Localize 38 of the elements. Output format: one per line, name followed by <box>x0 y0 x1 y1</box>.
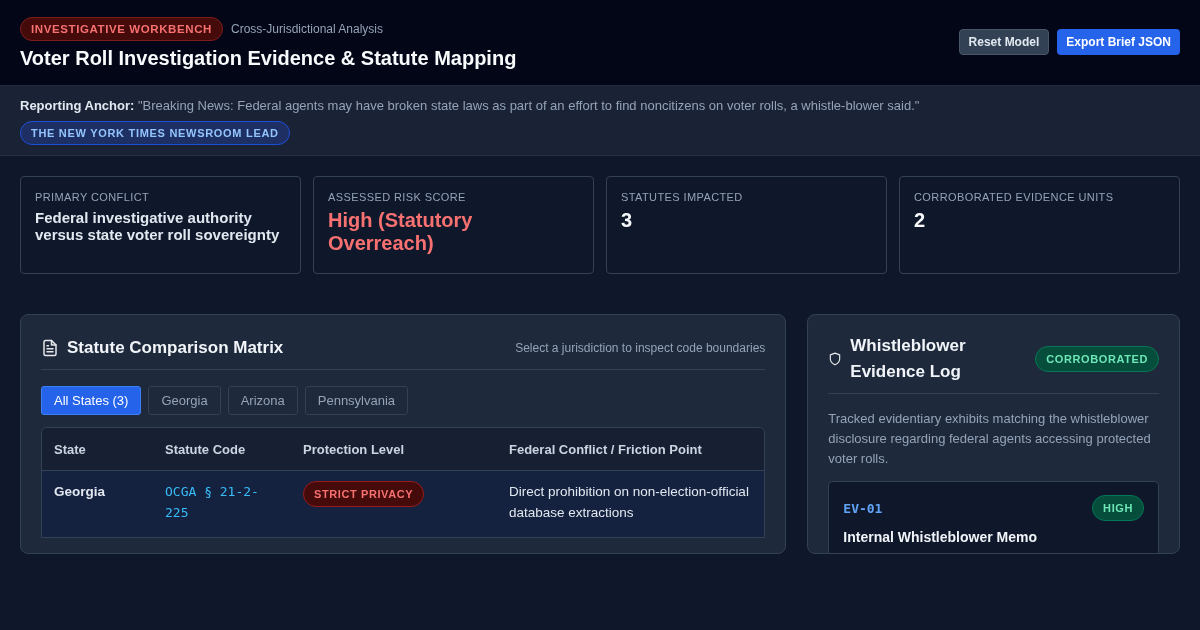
filter-tab[interactable]: Georgia <box>148 386 221 415</box>
workbench-badge: INVESTIGATIVE WORKBENCH <box>20 17 223 41</box>
evidence-id: EV-01 <box>843 500 883 516</box>
column-header: Protection Level <box>303 441 406 457</box>
status-badge: CORROBORATED <box>1035 346 1159 372</box>
protection-badge: STRICT PRIVACY <box>303 481 425 507</box>
reset-button[interactable]: Reset Model <box>958 28 1050 55</box>
panel-hint: Select a jurisdiction to inspect code boundaries <box>515 341 766 355</box>
stat-label: CORROBORATED EVIDENCE UNITS <box>914 191 1114 203</box>
stat-value: High (Statutory Overreach) <box>328 209 474 255</box>
shield-icon <box>828 352 843 366</box>
statute-code-cell-text: OCGA § 21-2-225 <box>165 483 260 522</box>
stat-value: Federal investigative authority versus state voter roll sovereignty <box>35 209 281 243</box>
panel-description: Tracked evidentiary exhibits matching the whistleblower disclosure regarding federal agents accessing protected voter rolls. <box>828 410 1152 468</box>
evidence-title: Internal Whistleblower Memo <box>843 529 1037 545</box>
severity-badge: HIGH <box>1092 495 1144 521</box>
stat-label: PRIMARY CONFLICT <box>35 191 150 203</box>
page-title: Voter Roll Investigation Evidence & Statute Mapping <box>20 47 517 70</box>
stat-label: ASSESSED RISK SCORE <box>328 191 466 203</box>
state-cell-text: Georgia <box>54 483 106 501</box>
filter-tab[interactable]: Arizona <box>227 386 298 415</box>
filter-tab[interactable]: Pennsylvania <box>304 386 409 415</box>
filter-tab[interactable]: All States (3) <box>41 386 142 415</box>
column-header: Statute Code <box>165 441 247 457</box>
column-header: State <box>54 441 87 457</box>
header-subtitle: Cross-Jurisdictional Analysis <box>231 22 384 36</box>
reporting-anchor-text: Reporting Anchor: "Breaking News: Federal agents may have broken state laws as part of an effort to find noncitizens on voter rolls, a whistle-blower said." <box>20 98 921 113</box>
column-header: Federal Conflict / Friction Point <box>509 441 703 457</box>
export-button[interactable]: Export Brief JSON <box>1057 28 1180 55</box>
panel-title: Whistleblower Evidence Log <box>850 335 967 383</box>
stat-value: 2 <box>914 209 926 232</box>
source-badge: THE NEW YORK TIMES NEWSROOM LEAD <box>20 121 290 145</box>
document-icon <box>41 339 59 357</box>
stat-value: 3 <box>621 209 633 232</box>
stat-label: STATUTES IMPACTED <box>621 191 743 203</box>
conflict-cell-text: Direct prohibition on non-election-official database extractions <box>509 483 750 522</box>
panel-title: Statute Comparison Matrix <box>67 338 284 358</box>
table-row[interactable]: Georgia OCGA § 21-2-225 STRICT PRIVACY Direct prohibition on non-election-official database extractions <box>42 471 765 537</box>
